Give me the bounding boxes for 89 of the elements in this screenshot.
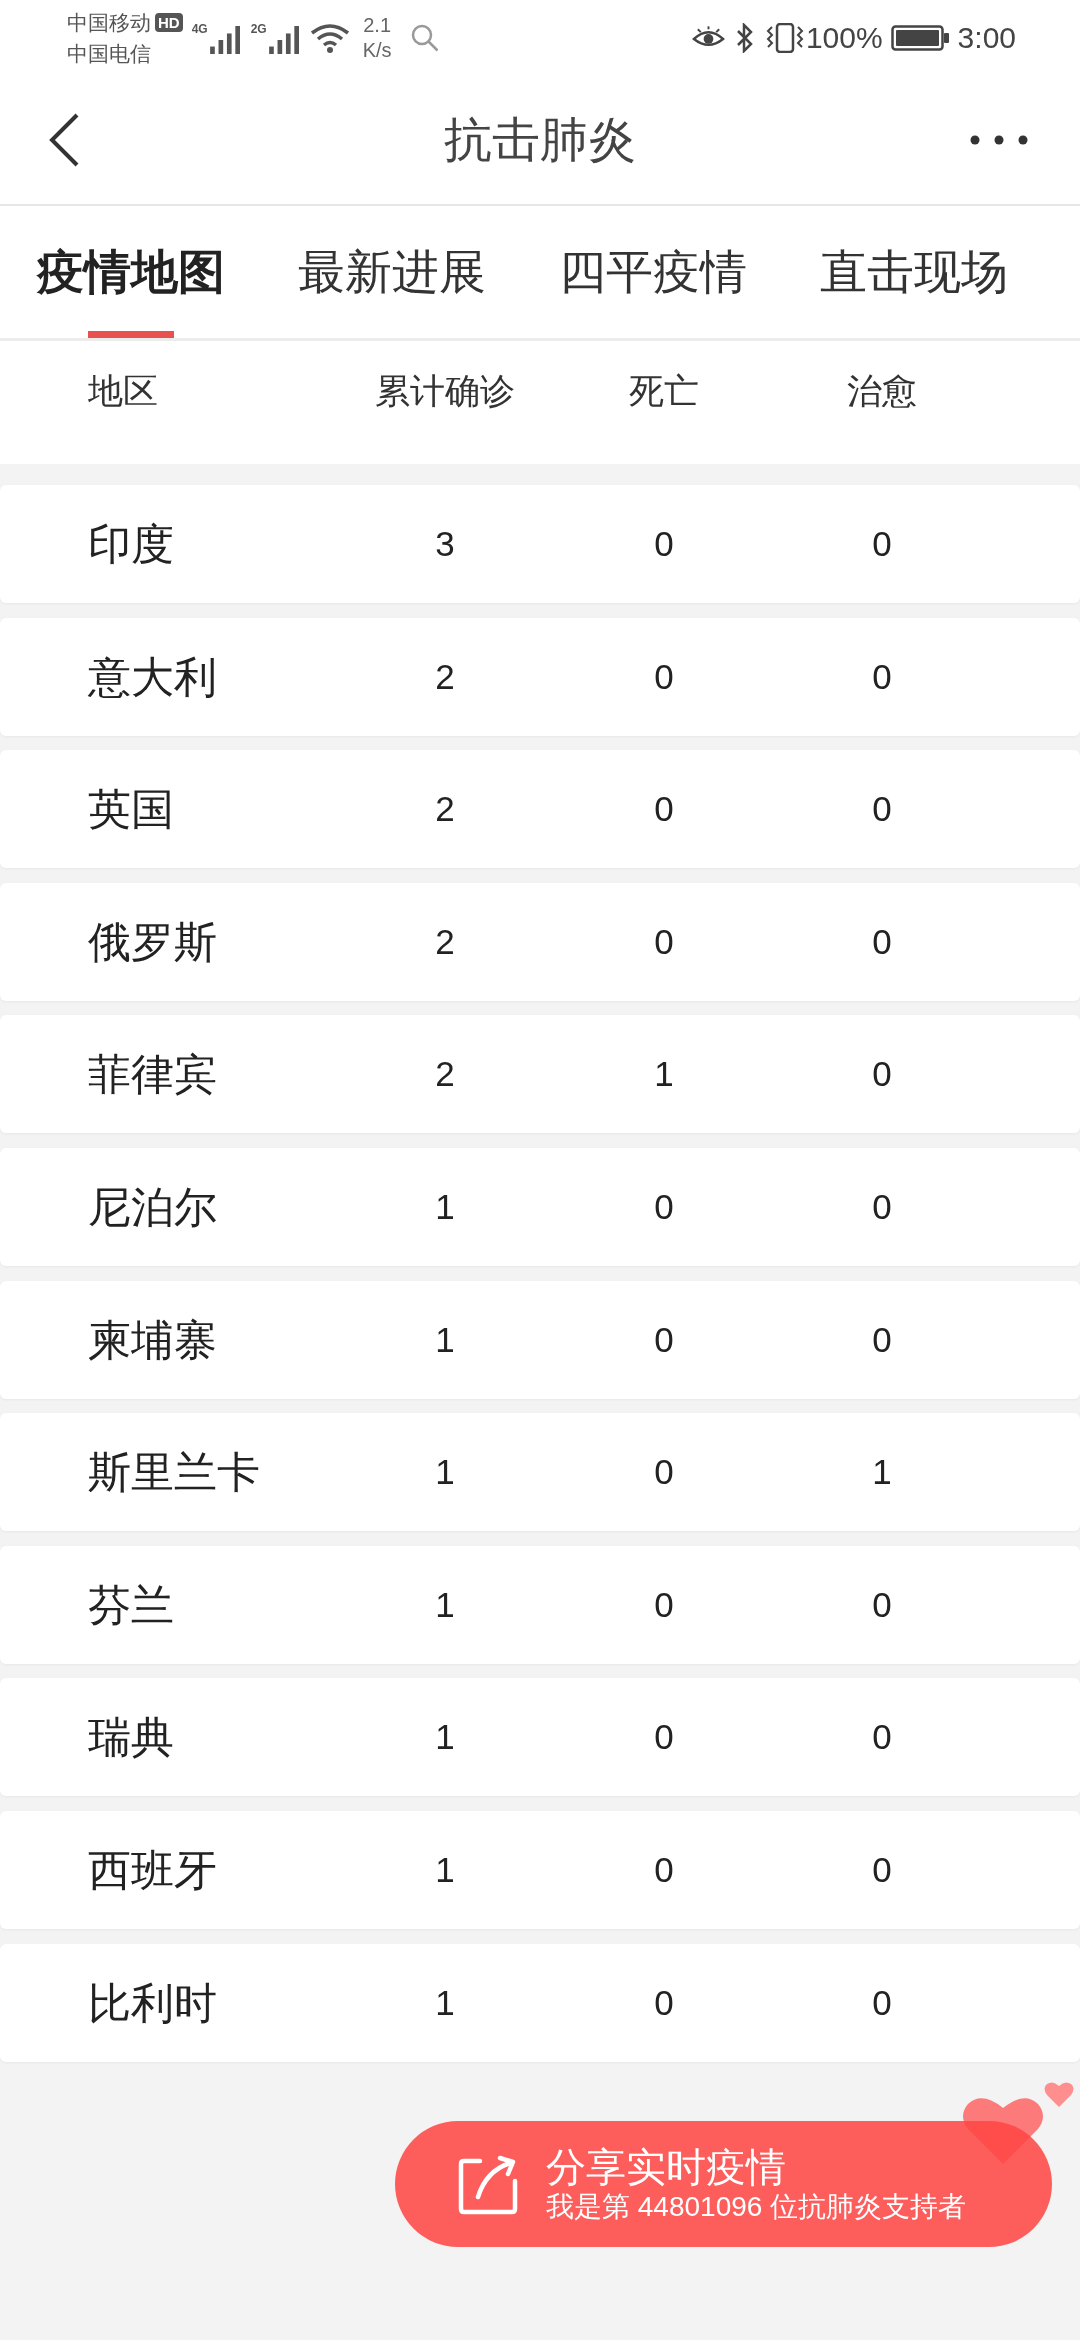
death-count: 0: [653, 921, 675, 962]
death-count: 0: [653, 1849, 675, 1890]
cured-count: 0: [871, 921, 893, 962]
table-row[interactable]: 西班牙 1 0 0: [0, 1810, 1080, 1929]
tab[interactable]: 疫情地图: [37, 206, 225, 338]
confirmed-count: 1: [434, 1982, 456, 2023]
supporter-count-text: 我是第 44801096 位抗肺炎支持者: [546, 2190, 967, 2224]
more-icon: [970, 134, 1028, 145]
region-name: 西班牙: [88, 1844, 218, 1895]
confirmed-count: 3: [434, 524, 456, 564]
carrier-text: 中国移动: [67, 9, 151, 36]
confirmed-count: 1: [434, 1319, 456, 1360]
tab[interactable]: 最新进展: [298, 206, 486, 338]
region-name: 比利时: [88, 1977, 218, 2028]
search-icon: [410, 23, 439, 52]
table-row[interactable]: 印度 3 0 0: [0, 485, 1080, 603]
confirmed-count: 1: [434, 1186, 456, 1227]
region-name: 菲律宾: [88, 1049, 218, 1100]
death-count: 0: [653, 1452, 675, 1493]
share-title: 分享实时疫情: [546, 2144, 786, 2190]
speed-value: 2.1: [363, 12, 392, 38]
column-heading: 治愈: [846, 371, 918, 411]
column-heading: 累计确诊: [374, 371, 516, 411]
cured-count: 0: [871, 1717, 893, 1758]
battery-icon: [890, 24, 949, 51]
column-heading: 地区: [88, 371, 159, 411]
confirmed-count: 1: [434, 1452, 456, 1493]
table-row[interactable]: 菲律宾 2 1 0: [0, 1015, 1080, 1134]
death-count: 0: [653, 1584, 675, 1625]
signal-icon: [268, 25, 301, 54]
carrier-text: 中国电信: [67, 40, 152, 67]
region-name: 斯里兰卡: [88, 1447, 261, 1498]
cured-count: 0: [871, 656, 893, 697]
column-heading: 死亡: [628, 371, 700, 411]
cured-count: 0: [871, 524, 893, 564]
region-name: 俄罗斯: [88, 916, 218, 967]
cured-count: 0: [871, 1054, 893, 1095]
table-row[interactable]: 俄罗斯 2 0 0: [0, 882, 1080, 1001]
page-title: 抗击肺炎: [444, 111, 636, 168]
death-count: 0: [653, 1717, 675, 1758]
confirmed-count: 2: [434, 789, 456, 830]
region-name: 尼泊尔: [88, 1181, 218, 1232]
death-count: 0: [653, 1319, 675, 1360]
tab[interactable]: 直击现场: [820, 206, 1008, 338]
cured-count: 0: [871, 1584, 893, 1625]
region-name: 印度: [88, 519, 175, 569]
bluetooth-icon: [734, 22, 755, 53]
death-count: 1: [653, 1054, 675, 1095]
cured-count: 0: [871, 1849, 893, 1890]
table-row[interactable]: 尼泊尔 1 0 0: [0, 1147, 1080, 1266]
cured-count: 0: [871, 1319, 893, 1360]
share-icon: [458, 2153, 520, 2215]
death-count: 0: [653, 1186, 675, 1227]
confirmed-count: 2: [434, 921, 456, 962]
region-name: 芬兰: [88, 1579, 175, 1630]
cured-count: 1: [871, 1452, 893, 1493]
confirmed-count: 1: [434, 1584, 456, 1625]
cured-count: 0: [871, 1186, 893, 1227]
table-row[interactable]: 意大利 2 0 0: [0, 617, 1080, 736]
confirmed-count: 1: [434, 1849, 456, 1890]
hd-badge: HD: [155, 12, 183, 32]
table-row[interactable]: 比利时 1 0 0: [0, 1943, 1080, 2062]
table-row[interactable]: 柬埔寨 1 0 0: [0, 1280, 1080, 1399]
clock-time: 3:00: [957, 19, 1016, 56]
death-count: 0: [653, 1982, 675, 2023]
battery-percent: 100%: [805, 19, 883, 56]
cured-count: 0: [871, 789, 893, 830]
back-icon: [48, 112, 80, 167]
table-row[interactable]: 芬兰 1 0 0: [0, 1545, 1080, 1664]
table-row[interactable]: 英国 2 0 0: [0, 750, 1080, 869]
confirmed-count: 1: [434, 1717, 456, 1758]
death-count: 0: [653, 789, 675, 830]
confirmed-count: 2: [434, 1054, 456, 1095]
tab[interactable]: 四平疫情: [559, 206, 747, 338]
table-row[interactable]: 瑞典 1 0 0: [0, 1678, 1080, 1797]
confirmed-count: 2: [434, 656, 456, 697]
cured-count: 0: [871, 1982, 893, 2023]
wifi-icon: [309, 22, 350, 53]
region-name: 柬埔寨: [88, 1314, 218, 1365]
network-label: 4G: [191, 21, 208, 36]
table-row[interactable]: 斯里兰卡 1 0 1: [0, 1413, 1080, 1532]
region-name: 瑞典: [88, 1712, 175, 1763]
speed-unit: K/s: [362, 37, 392, 63]
network-label: 2G: [250, 21, 267, 36]
death-count: 0: [653, 524, 675, 564]
region-name: 意大利: [88, 651, 218, 702]
signal-icon: [209, 25, 242, 54]
region-name: 英国: [88, 784, 175, 835]
death-count: 0: [653, 656, 675, 697]
